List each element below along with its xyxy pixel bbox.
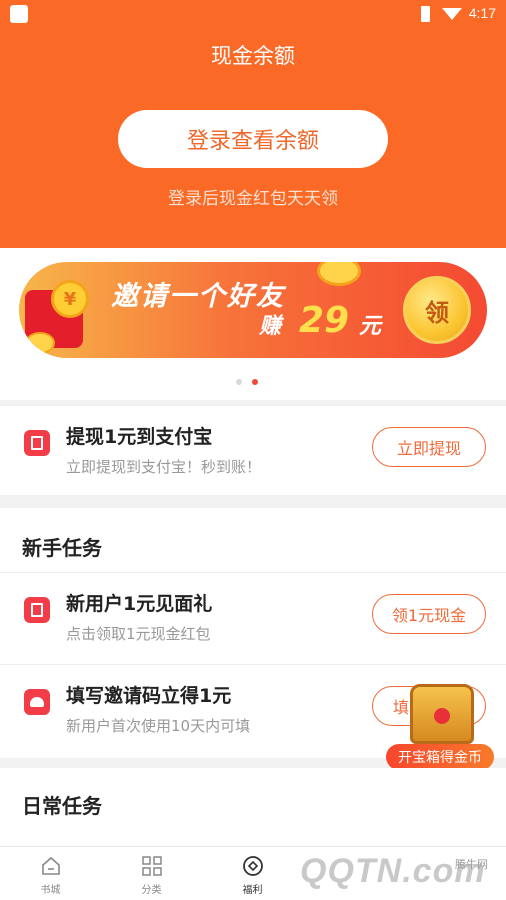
task-title: 填写邀请码立得1元 bbox=[66, 685, 232, 707]
task-row-new-user-gift: 新用户1元见面礼 点击领取1元现金红包 领1元现金 bbox=[0, 572, 506, 664]
grid-icon bbox=[142, 856, 162, 876]
carousel-dot[interactable] bbox=[236, 379, 242, 385]
tab-label: 书城 bbox=[40, 885, 61, 896]
treasure-label: 开宝箱得金币 bbox=[386, 744, 494, 770]
treasure-chest-button[interactable]: 开宝箱得金币 bbox=[386, 684, 494, 772]
watermark-site-name: 腾牛网 bbox=[455, 858, 488, 871]
red-envelope-icon bbox=[24, 430, 50, 456]
daily-section-header: 日常任务 bbox=[0, 768, 506, 846]
tab-category[interactable]: 分类 bbox=[101, 847, 202, 900]
section-title-daily: 日常任务 bbox=[22, 794, 102, 818]
heart-lock-icon bbox=[434, 708, 450, 724]
coin-icon bbox=[25, 332, 55, 354]
tab-label: 分类 bbox=[141, 885, 162, 896]
coin-icon: ¥ bbox=[51, 280, 89, 318]
withdraw-now-button[interactable]: 立即提现 bbox=[372, 427, 486, 467]
newbie-section-header: 新手任务 bbox=[0, 508, 506, 572]
claim-1-yuan-button[interactable]: 领1元现金 bbox=[372, 594, 486, 634]
battery-icon bbox=[421, 6, 430, 22]
task-subtitle: 点击领取1元现金红包 bbox=[66, 625, 211, 643]
welfare-icon bbox=[243, 856, 263, 876]
banner-amount: 29 bbox=[299, 300, 350, 341]
people-icon bbox=[24, 689, 50, 715]
banner-earn-label: 赚 bbox=[259, 314, 282, 339]
section-title-newbie: 新手任务 bbox=[22, 536, 102, 560]
login-hint: 登录后现金红包天天领 bbox=[168, 189, 338, 209]
wifi-icon bbox=[442, 8, 462, 20]
status-time: 4:17 bbox=[468, 5, 496, 21]
tab-welfare[interactable]: 福利 bbox=[202, 847, 303, 900]
home-icon bbox=[42, 856, 60, 875]
claim-coin-button[interactable]: 领 bbox=[403, 276, 471, 344]
task-subtitle: 新用户首次使用10天内可填 bbox=[66, 717, 251, 735]
coin-icon bbox=[317, 262, 361, 286]
page-title: 现金余额 bbox=[211, 44, 295, 68]
banner-unit: 元 bbox=[359, 314, 382, 339]
status-bar: 4:17 bbox=[0, 0, 506, 28]
watermark: QQTN.com 腾牛网 bbox=[300, 848, 506, 898]
withdraw-subtitle: 立即提现到支付宝！秒到账！ bbox=[66, 458, 262, 476]
withdraw-row: 提现1元到支付宝 立即提现到支付宝！秒到账！ 立即提现 bbox=[0, 405, 506, 495]
tab-bookstore[interactable]: 书城 bbox=[0, 847, 101, 900]
tab-label: 福利 bbox=[242, 885, 263, 896]
header: 4:17 现金余额 登录查看余额 登录后现金红包天天领 bbox=[0, 0, 506, 248]
task-title: 新用户1元见面礼 bbox=[66, 593, 213, 615]
login-view-balance-button[interactable]: 登录查看余额 bbox=[118, 110, 388, 168]
withdraw-title: 提现1元到支付宝 bbox=[66, 426, 213, 448]
red-envelope-icon bbox=[24, 597, 50, 623]
carousel-indicator bbox=[236, 379, 266, 387]
invite-friend-banner[interactable]: ¥ 邀请一个好友 赚 29 元 领 bbox=[19, 262, 487, 358]
carousel-dot-active[interactable] bbox=[252, 379, 258, 385]
app-notification-icon bbox=[10, 5, 28, 23]
